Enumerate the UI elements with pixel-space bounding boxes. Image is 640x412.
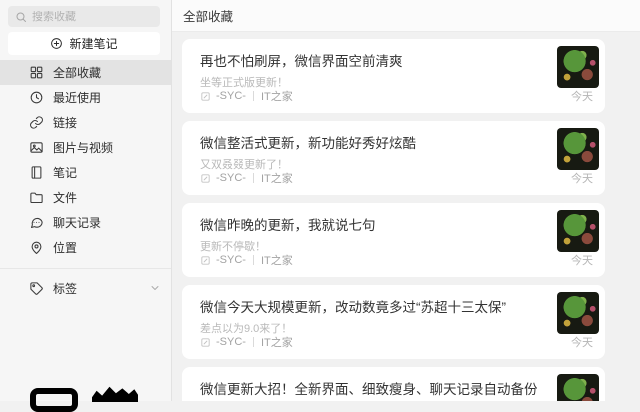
sidebar-item-files[interactable]: 文件 — [0, 185, 171, 210]
folder-icon — [29, 190, 44, 205]
card-title: 再也不怕刷屏，微信界面空前清爽 — [200, 50, 543, 70]
search-icon — [15, 11, 27, 23]
plus-circle-icon — [50, 37, 63, 50]
search-box[interactable] — [8, 6, 160, 27]
grid-icon — [29, 65, 44, 80]
card-footer: -SYC- IT之家 今天 — [200, 88, 593, 104]
card-date: 今天 — [571, 170, 593, 186]
link-icon — [29, 115, 44, 130]
sidebar-menu: 全部收藏 最近使用 链接 图片与视频 笔记 文件 聊天记录 位置 — [0, 60, 171, 260]
sidebar-item-label: 聊天记录 — [53, 214, 101, 231]
source-separator — [253, 173, 254, 183]
card-source-author: -SYC- — [216, 90, 246, 102]
favorite-card[interactable]: 微信更新大招！全新界面、细致瘦身、聊天记录自动备份 这波更新可以 -SYC- I… — [182, 367, 605, 401]
tag-icon — [29, 281, 44, 296]
sidebar-item-tags[interactable]: 标签 — [0, 274, 171, 302]
card-thumbnail — [557, 292, 599, 334]
card-footer: -SYC- IT之家 今天 — [200, 334, 593, 350]
card-source-author: -SYC- — [216, 336, 246, 348]
card-title: 微信昨晚的更新，我就说七句 — [200, 214, 543, 234]
source-separator — [253, 337, 254, 347]
card-thumbnail — [557, 374, 599, 401]
card-title: 微信整活式更新，新功能好秀好炫酷 — [200, 132, 543, 152]
sidebar-item-location[interactable]: 位置 — [0, 235, 171, 260]
source-separator — [253, 91, 254, 101]
favorite-card[interactable]: 微信昨晚的更新，我就说七句 更新不停歇！ -SYC- IT之家 今天 — [182, 203, 605, 277]
chevron-down-icon[interactable] — [149, 282, 161, 294]
card-footer: -SYC- IT之家 今天 — [200, 252, 593, 268]
card-footer: -SYC- IT之家 今天 — [200, 170, 593, 186]
card-source-site: IT之家 — [261, 170, 293, 186]
sidebar-item-all-favorites[interactable]: 全部收藏 — [0, 60, 171, 85]
sidebar-item-label: 最近使用 — [53, 89, 101, 106]
clock-icon — [29, 90, 44, 105]
card-source-author: -SYC- — [216, 254, 246, 266]
card-source-site: IT之家 — [261, 88, 293, 104]
card-thumbnail — [557, 46, 599, 88]
sidebar-item-label: 文件 — [53, 189, 77, 206]
watermark-logo-text — [92, 386, 138, 402]
link-card-icon — [200, 173, 211, 184]
link-card-icon — [200, 255, 211, 266]
sidebar-item-notes[interactable]: 笔记 — [0, 160, 171, 185]
wechat-favorites-window: { "sidebar": { "search_placeholder": "搜索… — [0, 0, 640, 401]
main-panel: 全部收藏 再也不怕刷屏，微信界面空前清爽 坐等正式版更新！ -SYC- IT之家… — [172, 0, 640, 401]
favorite-card[interactable]: 再也不怕刷屏，微信界面空前清爽 坐等正式版更新！ -SYC- IT之家 今天 — [182, 39, 605, 113]
sidebar-item-images-videos[interactable]: 图片与视频 — [0, 135, 171, 160]
watermark-logo — [30, 388, 78, 412]
sidebar-item-label: 位置 — [53, 239, 77, 256]
card-date: 今天 — [571, 88, 593, 104]
sidebar-item-recent[interactable]: 最近使用 — [0, 85, 171, 110]
sidebar: 新建笔记 全部收藏 最近使用 链接 图片与视频 笔记 文件 聊天记录 位置 标签 — [0, 0, 172, 401]
chat-icon — [29, 215, 44, 230]
new-note-button[interactable]: 新建笔记 — [8, 32, 160, 55]
location-icon — [29, 240, 44, 255]
page-title: 全部收藏 — [183, 6, 233, 25]
card-title: 微信更新大招！全新界面、细致瘦身、聊天记录自动备份 — [200, 378, 543, 398]
favorite-card[interactable]: 微信整活式更新，新功能好秀好炫酷 又双叒叕更新了！ -SYC- IT之家 今天 — [182, 121, 605, 195]
sidebar-item-label: 笔记 — [53, 164, 77, 181]
card-title: 微信今天大规模更新，改动数竟多过“苏超十三太保” — [200, 296, 543, 316]
sidebar-item-label: 全部收藏 — [53, 64, 101, 81]
sidebar-item-chat-history[interactable]: 聊天记录 — [0, 210, 171, 235]
tags-label: 标签 — [53, 280, 77, 297]
page-header: 全部收藏 — [172, 0, 640, 32]
search-input[interactable] — [32, 11, 153, 23]
card-thumbnail — [557, 128, 599, 170]
sidebar-item-label: 链接 — [53, 114, 77, 131]
image-icon — [29, 140, 44, 155]
new-note-label: 新建笔记 — [69, 35, 117, 52]
link-card-icon — [200, 91, 211, 102]
favorite-card[interactable]: 微信今天大规模更新，改动数竟多过“苏超十三太保” 差点以为9.0来了！ -SYC… — [182, 285, 605, 359]
card-date: 今天 — [571, 334, 593, 350]
tags-section: 标签 — [0, 268, 171, 302]
card-source-site: IT之家 — [261, 252, 293, 268]
source-separator — [253, 255, 254, 265]
card-date: 今天 — [571, 252, 593, 268]
sidebar-item-links[interactable]: 链接 — [0, 110, 171, 135]
favorites-list[interactable]: 再也不怕刷屏，微信界面空前清爽 坐等正式版更新！ -SYC- IT之家 今天 微… — [172, 33, 640, 401]
card-thumbnail — [557, 210, 599, 252]
note-icon — [29, 165, 44, 180]
card-source-site: IT之家 — [261, 334, 293, 350]
sidebar-item-label: 图片与视频 — [53, 139, 113, 156]
card-source-author: -SYC- — [216, 172, 246, 184]
link-card-icon — [200, 337, 211, 348]
